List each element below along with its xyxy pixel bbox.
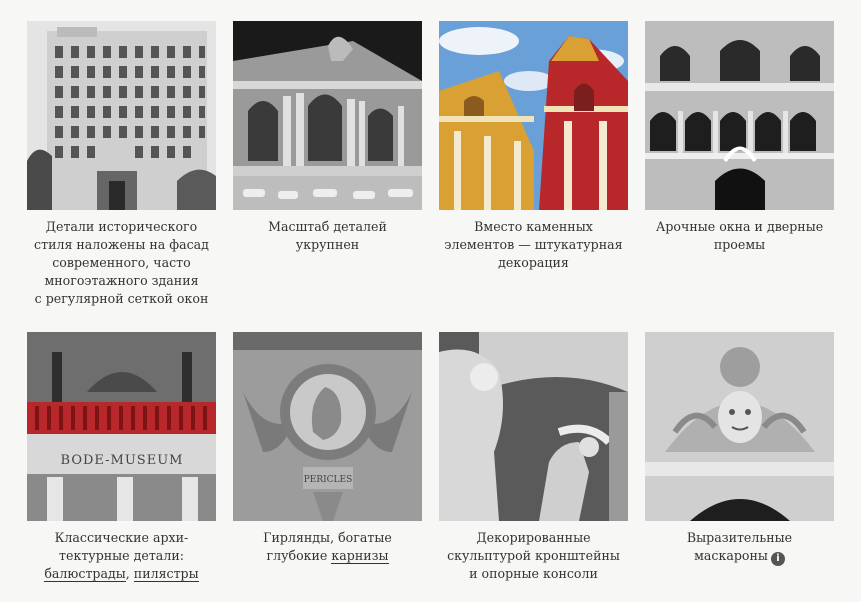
card-caption: Декорированные скульптурой кронштейны и … [439, 529, 628, 583]
caption-line: Декорированные [476, 530, 591, 545]
caption-line: Вместо каменных [474, 219, 593, 234]
bode-museum-lettering: BODE-MUSEUM [61, 453, 184, 468]
caption-line: с регулярной сеткой окон [34, 291, 209, 306]
info-icon[interactable]: i [770, 552, 785, 566]
garland-medallion-photo: PERICLES [233, 332, 422, 521]
church-towers-photo [439, 21, 628, 210]
card-caption: Гирлянды, богатые глубокие карнизы [233, 529, 422, 565]
gallery-grid: Детали исторического стиля наложены на ф… [27, 21, 834, 602]
caption-last-word: маскароны [694, 548, 768, 563]
card-garlands-cornices: PERICLES Гирлянды, богатые глубокие карн… [233, 332, 422, 602]
caption-line: тектурные детали: [59, 548, 184, 563]
card-mascarons: Выразительные маскароны i [645, 332, 834, 602]
card-scale-details: Масштаб деталей укрупнен [233, 21, 422, 332]
pericles-plaque: PERICLES [304, 475, 353, 485]
bode-museum-photo: BODE-MUSEUM [27, 332, 216, 521]
cornice-link[interactable]: карнизы [331, 548, 389, 564]
card-caption: Классические архи- тектурные детали: бал… [27, 529, 216, 583]
grand-central-photo [233, 21, 422, 210]
caption-line: современного, часто [52, 255, 191, 270]
caption-line: проемы [713, 237, 766, 252]
caption-line: укрупнен [295, 237, 360, 252]
caption-line: Выразительные [686, 530, 793, 545]
caption-line: декорация [498, 255, 569, 270]
mascaron-photo [645, 332, 834, 521]
card-classical-details: BODE-MUSEUM Классические архи- тектурные… [27, 332, 216, 602]
caption-line: стиля наложены на фасад [34, 237, 209, 252]
atlas-sculpture-photo [439, 332, 628, 521]
card-caption: Вместо каменных элементов — штукатурная … [439, 218, 628, 272]
caption-line: балюстрады, пилястры [27, 565, 216, 583]
card-arched-openings: Арочные окна и дверные проемы [645, 21, 834, 332]
building-facade-photo [27, 21, 216, 210]
caption-line: скульптурой кронштейны [447, 548, 620, 563]
caption-line: Масштаб деталей [268, 219, 387, 234]
caption-line: Классические архи- [54, 530, 189, 545]
caption-line: многоэтажного здания [44, 273, 199, 288]
caption-line: маскароны i [645, 547, 834, 566]
card-stucco-decoration: Вместо каменных элементов — штукатурная … [439, 21, 628, 332]
card-caption: Детали исторического стиля наложены на ф… [27, 218, 216, 308]
card-caption: Масштаб деталей укрупнен [233, 218, 422, 254]
balustrade-link[interactable]: балюстрады [44, 566, 126, 582]
pilaster-link[interactable]: пилястры [133, 566, 199, 582]
card-caption: Арочные окна и дверные проемы [645, 218, 834, 254]
caption-line: Гирлянды, богатые [263, 530, 392, 545]
separator: , [125, 566, 134, 581]
card-historic-facade: Детали исторического стиля наложены на ф… [27, 21, 216, 332]
caption-line: и опорные консоли [469, 566, 598, 581]
arched-windows-photo [645, 21, 834, 210]
caption-line: Арочные окна и дверные [655, 219, 824, 234]
caption-line: Детали исторического [45, 219, 198, 234]
caption-line: глубокие карнизы [233, 547, 422, 565]
card-caption: Выразительные маскароны i [645, 529, 834, 566]
card-sculpted-brackets: Декорированные скульптурой кронштейны и … [439, 332, 628, 602]
caption-line: элементов — штукатурная [444, 237, 623, 252]
caption-prefix: глубокие [266, 548, 332, 563]
